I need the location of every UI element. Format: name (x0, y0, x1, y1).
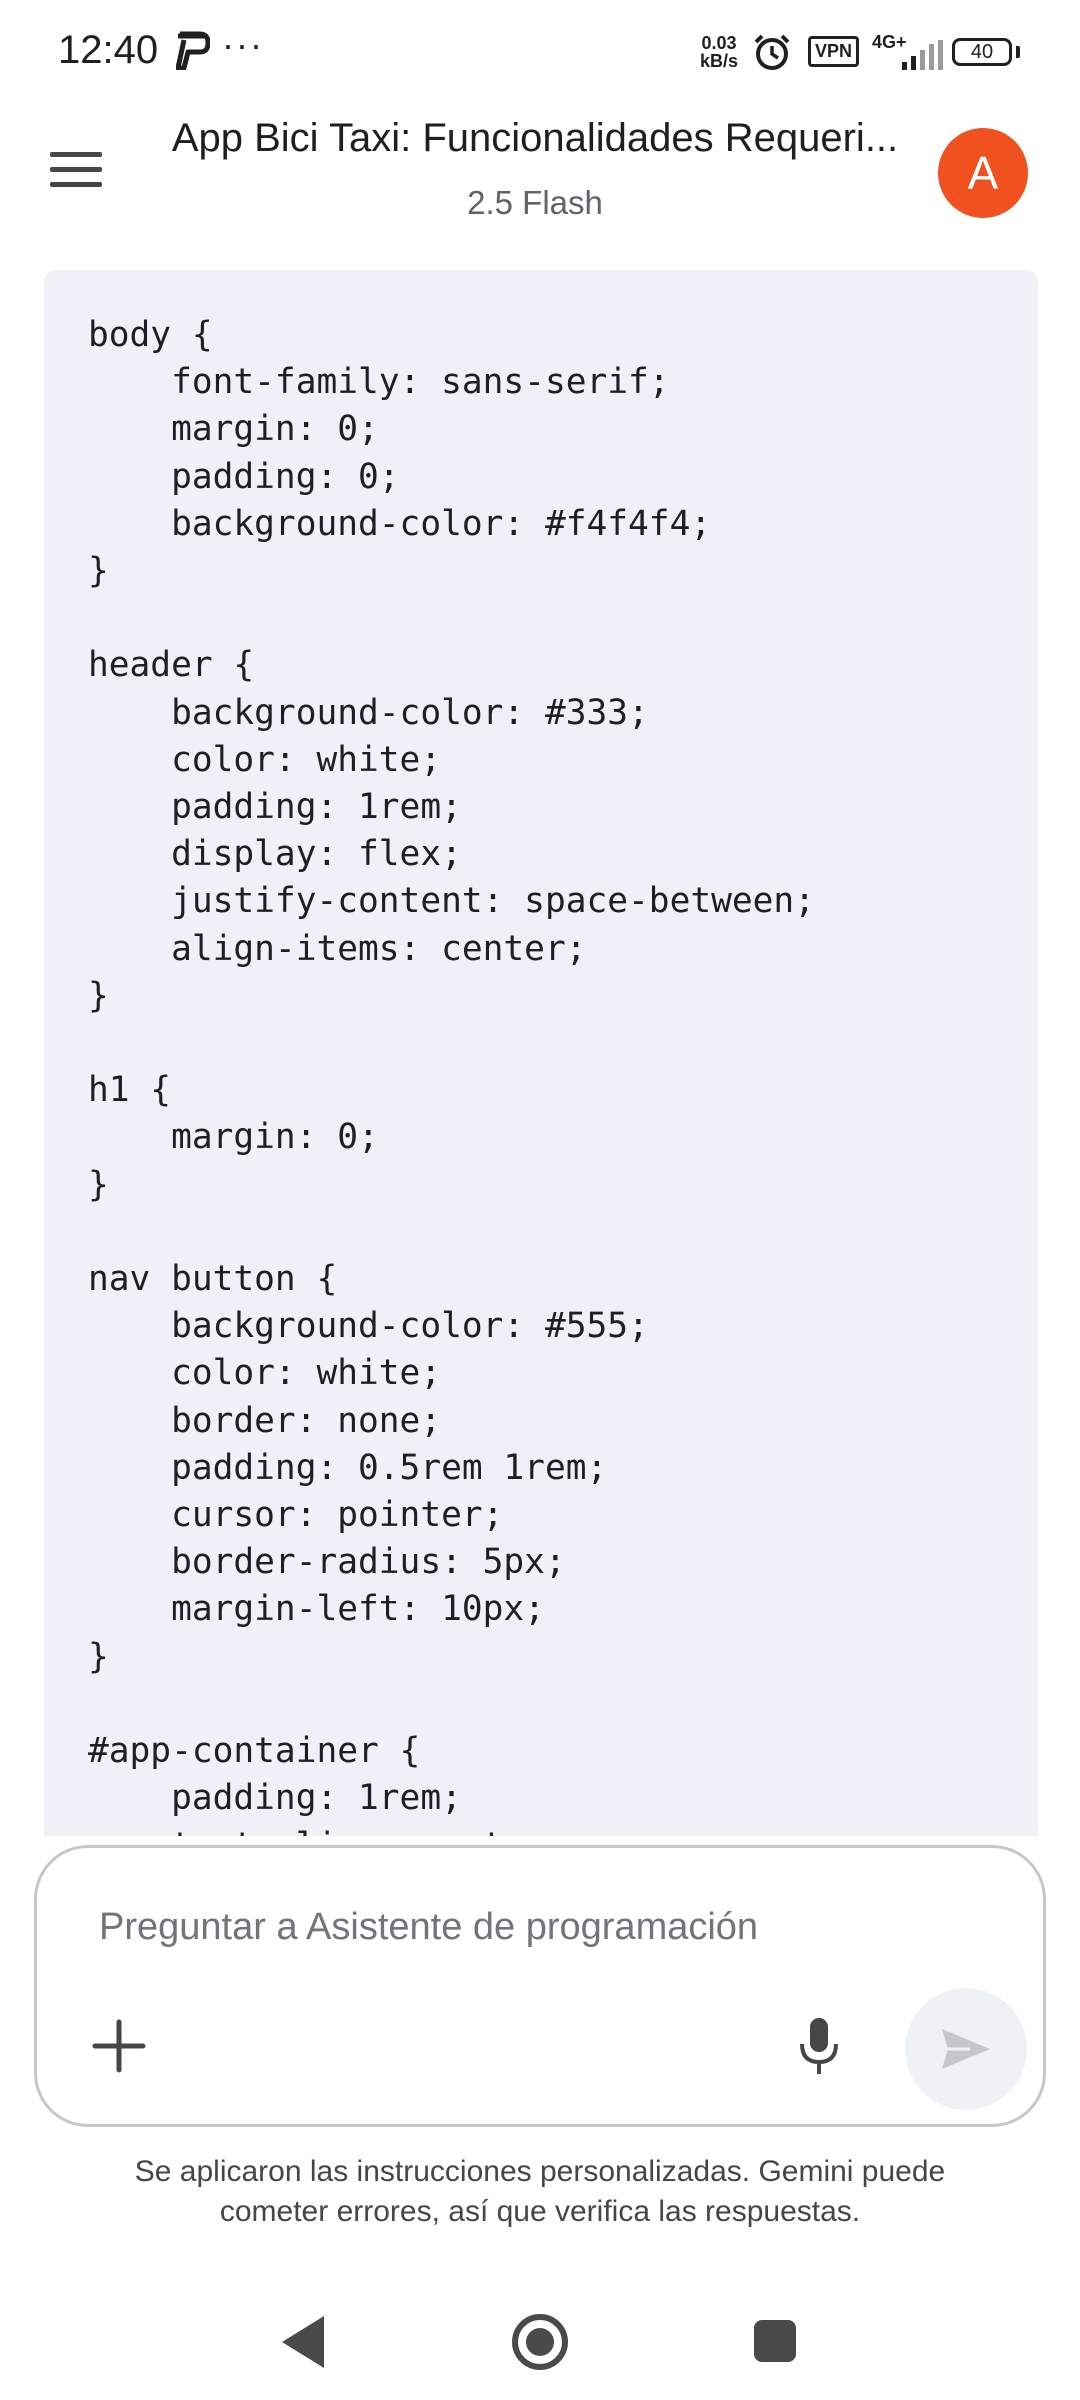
menu-icon[interactable] (50, 150, 102, 190)
recent-apps-icon[interactable] (754, 2320, 796, 2362)
send-icon (942, 2029, 990, 2069)
battery-icon: 40 (952, 38, 1012, 66)
app-header: App Bici Taxi: Funcionalidades Requeri..… (0, 100, 1080, 270)
disclaimer-text: Se aplicaron las instrucciones personali… (134, 2155, 946, 2228)
chat-title[interactable]: App Bici Taxi: Funcionalidades Requeri..… (150, 116, 920, 161)
speed-unit: kB/s (700, 51, 739, 71)
battery-cap (1016, 46, 1020, 58)
status-bar: 12:40 ··· 0.03 kB/s VPN 4G+ 40 (0, 0, 1080, 100)
send-button[interactable] (905, 1988, 1027, 2110)
parking-app-icon (176, 31, 210, 70)
status-time: 12:40 (58, 28, 159, 72)
network-speed: 0.03 kB/s (700, 34, 738, 70)
prompt-input-box[interactable]: Preguntar a Asistente de programación (34, 1845, 1046, 2127)
plus-icon[interactable] (91, 2018, 147, 2074)
prompt-input[interactable]: Preguntar a Asistente de programación (99, 1906, 758, 1949)
battery-level: 40 (970, 40, 994, 63)
code-content: body { font-family: sans-serif; margin: … (88, 315, 815, 1836)
more-notifications-icon: ··· (222, 24, 264, 65)
model-selector[interactable]: 2.5 Flash (150, 184, 920, 222)
code-block[interactable]: body { font-family: sans-serif; margin: … (44, 270, 1038, 1836)
back-icon[interactable] (278, 2314, 328, 2370)
speed-value: 0.03 (701, 33, 737, 53)
mic-icon[interactable] (797, 2016, 841, 2076)
avatar[interactable]: A (938, 128, 1028, 218)
avatar-letter: A (967, 147, 999, 199)
vpn-badge: VPN (808, 36, 860, 67)
alarm-icon (754, 34, 790, 70)
signal-icon (902, 40, 943, 70)
home-icon[interactable] (510, 2312, 570, 2372)
